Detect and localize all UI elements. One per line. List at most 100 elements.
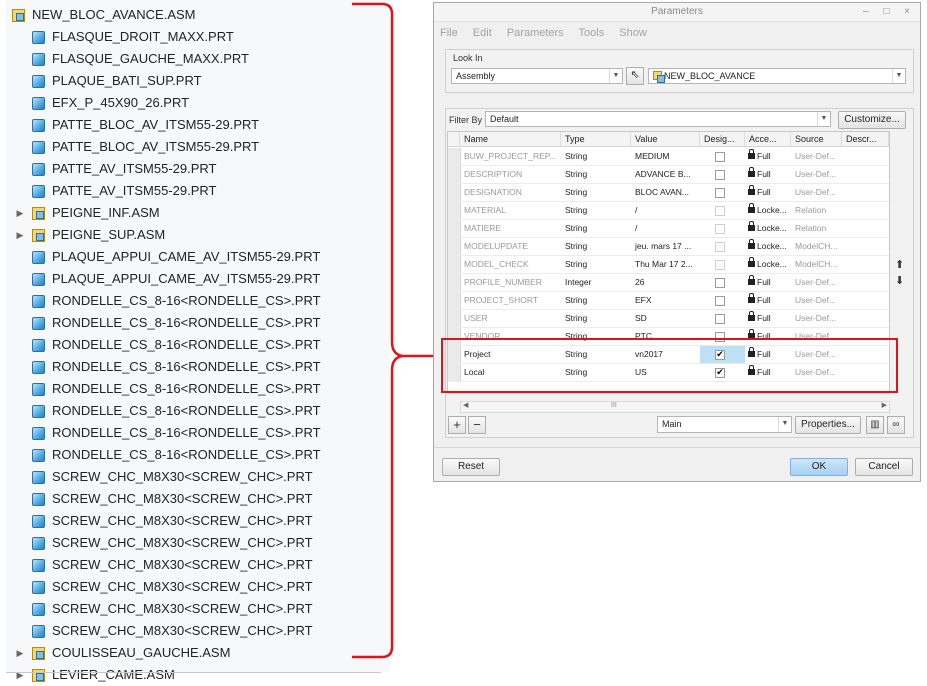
cancel-button[interactable]: Cancel — [855, 458, 913, 476]
param-name-cell[interactable]: PROJECT_SHORT — [460, 292, 561, 309]
tree-item[interactable]: RONDELLE_CS_8-16<RONDELLE_CS>.PRT — [0, 444, 390, 466]
scroll-left-icon[interactable]: ◀ — [463, 401, 468, 409]
column-header[interactable]: Descr... — [842, 132, 889, 147]
param-type-cell[interactable]: String — [561, 184, 631, 201]
param-access-cell[interactable]: Full — [745, 148, 791, 165]
menu-show[interactable]: Show — [619, 27, 647, 39]
param-source-cell[interactable]: User-Def... — [791, 274, 842, 291]
param-type-cell[interactable]: String — [561, 310, 631, 327]
tree-item[interactable]: SCREW_CHC_M8X30<SCREW_CHC>.PRT — [0, 532, 390, 554]
param-description-cell[interactable] — [842, 256, 889, 273]
param-type-cell[interactable]: String — [561, 220, 631, 237]
remove-parameter-button[interactable]: − — [468, 416, 486, 434]
checkbox-unchecked[interactable] — [715, 278, 725, 288]
table-row[interactable]: MATIERE String / Locke... Relation — [448, 220, 889, 238]
expand-arrow-icon[interactable]: ▶ — [15, 642, 25, 664]
param-value-cell[interactable]: ADVANCE B... — [631, 166, 700, 183]
param-description-cell[interactable] — [842, 274, 889, 291]
tree-item[interactable]: RONDELLE_CS_8-16<RONDELLE_CS>.PRT — [0, 400, 390, 422]
param-value-cell[interactable]: MEDIUM — [631, 148, 700, 165]
tree-item[interactable]: RONDELLE_CS_8-16<RONDELLE_CS>.PRT — [0, 290, 390, 312]
checkbox-unchecked[interactable] — [715, 224, 725, 234]
param-access-cell[interactable]: Full — [745, 310, 791, 327]
param-access-cell[interactable]: Locke... — [745, 220, 791, 237]
param-name-cell[interactable]: MODEL_CHECK — [460, 256, 561, 273]
param-designate-cell[interactable] — [700, 202, 745, 219]
column-header[interactable]: Desig... — [700, 132, 745, 147]
checkbox-unchecked[interactable] — [715, 260, 725, 270]
customize-button[interactable]: Customize... — [838, 111, 906, 129]
param-source-cell[interactable]: User-Def... — [791, 148, 842, 165]
select-cursor-button[interactable]: ⇖ — [626, 67, 644, 85]
tree-item[interactable]: PLAQUE_BATI_SUP.PRT — [0, 70, 390, 92]
tree-item[interactable]: RONDELLE_CS_8-16<RONDELLE_CS>.PRT — [0, 422, 390, 444]
param-description-cell[interactable] — [842, 148, 889, 165]
expand-arrow-icon[interactable]: ▶ — [15, 224, 25, 246]
param-value-cell[interactable]: / — [631, 220, 700, 237]
param-value-cell[interactable]: BLOC AVAN... — [631, 184, 700, 201]
param-source-cell[interactable]: User-Def... — [791, 184, 842, 201]
param-designate-cell[interactable] — [700, 184, 745, 201]
param-designate-cell[interactable] — [700, 148, 745, 165]
param-value-cell[interactable]: SD — [631, 310, 700, 327]
param-name-cell[interactable]: USER — [460, 310, 561, 327]
tree-item[interactable]: ▶ LEVIER_CAME.ASM — [0, 664, 390, 686]
tree-item[interactable]: SCREW_CHC_M8X30<SCREW_CHC>.PRT — [0, 620, 390, 642]
param-description-cell[interactable] — [842, 238, 889, 255]
tree-item[interactable]: ▶ COULISSEAU_GAUCHE.ASM — [0, 642, 390, 664]
param-designate-cell[interactable] — [700, 220, 745, 237]
param-name-cell[interactable]: MODELUPDATE — [460, 238, 561, 255]
tree-item[interactable]: ▶ PEIGNE_INF.ASM — [0, 202, 390, 224]
param-type-cell[interactable]: Integer — [561, 274, 631, 291]
tree-item[interactable]: FLASQUE_GAUCHE_MAXX.PRT — [0, 48, 390, 70]
param-source-cell[interactable]: Relation — [791, 202, 842, 219]
tree-item[interactable]: SCREW_CHC_M8X30<SCREW_CHC>.PRT — [0, 598, 390, 620]
param-name-cell[interactable]: MATIERE — [460, 220, 561, 237]
tree-item[interactable]: RONDELLE_CS_8-16<RONDELLE_CS>.PRT — [0, 312, 390, 334]
properties-button[interactable]: Properties... — [795, 416, 861, 434]
tree-item[interactable]: RONDELLE_CS_8-16<RONDELLE_CS>.PRT — [0, 356, 390, 378]
param-type-cell[interactable]: String — [561, 238, 631, 255]
tree-item[interactable]: PATTE_BLOC_AV_ITSM55-29.PRT — [0, 114, 390, 136]
tree-item[interactable]: NEW_BLOC_AVANCE.ASM — [0, 4, 390, 26]
add-parameter-button[interactable]: + — [448, 416, 466, 434]
param-access-cell[interactable]: Full — [745, 166, 791, 183]
table-row[interactable]: MODEL_CHECK String Thu Mar 17 2... Locke...… — [448, 256, 889, 274]
param-description-cell[interactable] — [842, 202, 889, 219]
param-value-cell[interactable]: jeu. mars 17 ... — [631, 238, 700, 255]
column-header[interactable]: Acce... — [745, 132, 791, 147]
param-source-cell[interactable]: ModelCH... — [791, 256, 842, 273]
param-access-cell[interactable]: Locke... — [745, 256, 791, 273]
look-in-type-select[interactable]: Assembly ▼ — [451, 68, 623, 84]
checkbox-unchecked[interactable] — [715, 170, 725, 180]
scroll-right-icon[interactable]: ▶ — [882, 401, 887, 409]
table-row[interactable]: DESIGNATION String BLOC AVAN... Full User-De… — [448, 184, 889, 202]
table-row[interactable]: PROJECT_SHORT String EFX Full User-Def... — [448, 292, 889, 310]
reset-button[interactable]: Reset — [442, 458, 500, 476]
filter-select[interactable]: Default ▼ — [485, 111, 831, 127]
tree-item[interactable]: PATTE_BLOC_AV_ITSM55-29.PRT — [0, 136, 390, 158]
menu-file[interactable]: File — [440, 27, 458, 39]
column-header[interactable]: Value — [631, 132, 700, 147]
param-type-cell[interactable]: String — [561, 256, 631, 273]
column-header[interactable]: Name — [460, 132, 561, 147]
move-up-icon[interactable]: ⬆ — [895, 257, 904, 273]
param-description-cell[interactable] — [842, 166, 889, 183]
param-description-cell[interactable] — [842, 292, 889, 309]
param-access-cell[interactable]: Full — [745, 292, 791, 309]
table-row[interactable]: USER String SD Full User-Def... — [448, 310, 889, 328]
param-access-cell[interactable]: Locke... — [745, 238, 791, 255]
param-description-cell[interactable] — [842, 184, 889, 201]
param-source-cell[interactable]: User-Def... — [791, 310, 842, 327]
column-header[interactable]: Type — [561, 132, 631, 147]
param-type-cell[interactable]: String — [561, 166, 631, 183]
param-access-cell[interactable]: Full — [745, 184, 791, 201]
table-row[interactable]: PROFILE_NUMBER Integer 26 Full User-Def... — [448, 274, 889, 292]
window-controls[interactable]: – □ × — [863, 3, 916, 21]
param-designate-cell[interactable] — [700, 238, 745, 255]
param-source-cell[interactable]: Relation — [791, 220, 842, 237]
tree-item[interactable]: FLASQUE_DROIT_MAXX.PRT — [0, 26, 390, 48]
param-access-cell[interactable]: Full — [745, 274, 791, 291]
table-row[interactable]: BUW_PROJECT_REP... String MEDIUM Full User-D… — [448, 148, 889, 166]
tree-item[interactable]: RONDELLE_CS_8-16<RONDELLE_CS>.PRT — [0, 378, 390, 400]
